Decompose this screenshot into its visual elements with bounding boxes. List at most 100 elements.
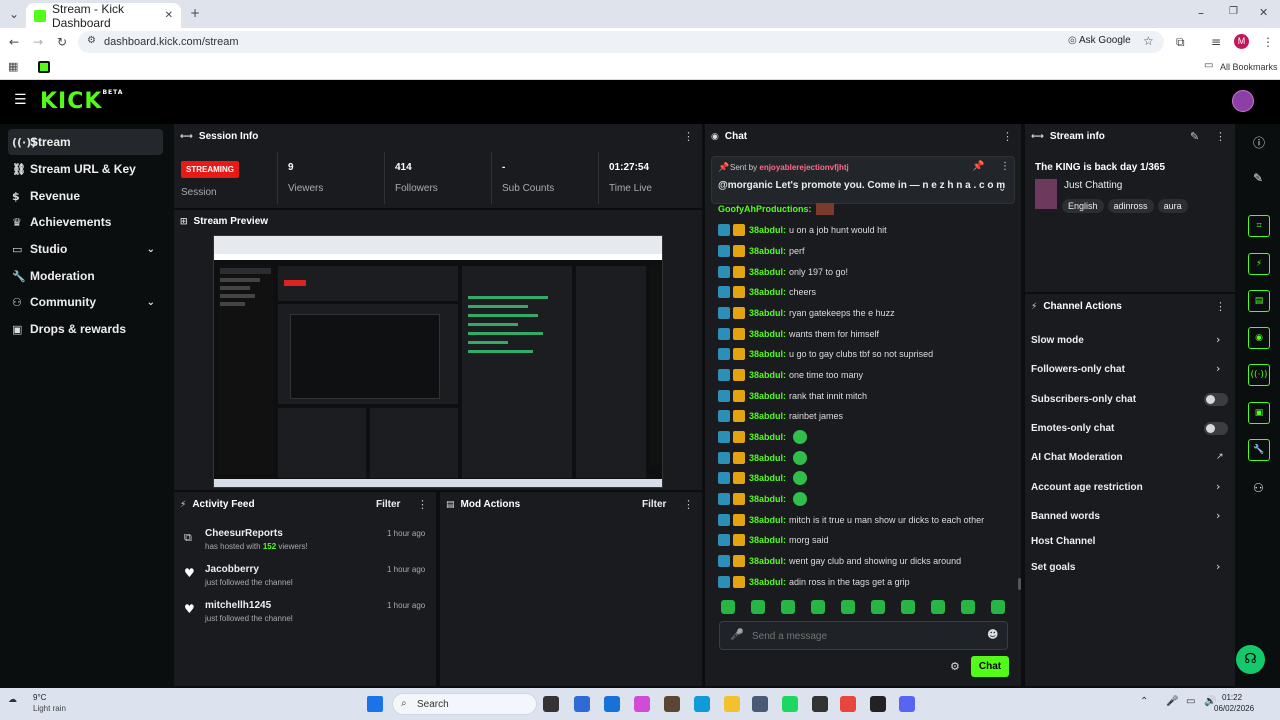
chevron-right-icon[interactable]: › xyxy=(1216,509,1220,522)
tag-chip[interactable]: adinross xyxy=(1107,199,1154,213)
chat-username[interactable]: 38abdul: xyxy=(749,349,786,359)
sidebar-item-drops-rewards[interactable]: ▣ Drops & rewards xyxy=(8,316,163,342)
chat-username[interactable]: 38abdul: xyxy=(749,556,786,566)
activity-user[interactable]: mitchellh1245 xyxy=(205,600,271,611)
emote-quick-pick[interactable] xyxy=(961,600,975,614)
chevron-down-icon[interactable]: ⌄ xyxy=(998,183,1006,194)
rail-button-broadcast[interactable]: ((·)) xyxy=(1248,364,1270,386)
activity-menu-icon[interactable]: ⋮ xyxy=(417,498,428,511)
chat-username[interactable]: 38abdul: xyxy=(749,577,786,587)
chat-username[interactable]: 38abdul: xyxy=(749,515,786,525)
chat-username[interactable]: 38abdul: xyxy=(749,246,786,256)
chat-username[interactable]: 38abdul: xyxy=(749,225,786,235)
pinned-menu-icon[interactable]: ⋮ xyxy=(1000,161,1010,172)
taskbar-app-icon[interactable] xyxy=(543,696,559,712)
ai-moderation-item[interactable]: AI Chat Moderation xyxy=(1031,452,1123,463)
clock-date[interactable]: 06/02/2026 xyxy=(1214,704,1254,713)
emote-quick-pick[interactable] xyxy=(871,600,885,614)
chat-username[interactable]: 38abdul: xyxy=(749,411,786,421)
chat-username[interactable]: 38abdul: xyxy=(749,535,786,545)
clock-time[interactable]: 01:22 xyxy=(1222,693,1242,702)
banned-words-item[interactable]: Banned words xyxy=(1031,511,1100,522)
followers-only-item[interactable]: Followers-only chat xyxy=(1031,364,1125,375)
chat-username[interactable]: 38abdul: xyxy=(749,329,786,339)
chat-username[interactable]: 38abdul: xyxy=(749,453,786,463)
stream-info-menu-icon[interactable]: ⋮ xyxy=(1215,130,1226,143)
kick-logo[interactable]: KICKBETA xyxy=(40,89,123,114)
taskbar-app-icon[interactable] xyxy=(870,696,886,712)
taskbar-app-icon[interactable] xyxy=(782,696,798,712)
browser-menu-icon[interactable]: ⋮ xyxy=(1262,35,1274,49)
microphone-icon[interactable]: 🎤 xyxy=(730,628,744,641)
info-icon[interactable]: ⓘ xyxy=(1253,134,1265,151)
rail-button-lightning[interactable]: ⚡ xyxy=(1248,253,1270,275)
chat-username[interactable]: 38abdul: xyxy=(749,432,786,442)
maximize-icon[interactable]: ❐ xyxy=(1229,6,1238,17)
rail-button-wrench[interactable]: 🔧 xyxy=(1248,439,1270,461)
bookmark-star-icon[interactable]: ☆ xyxy=(1143,34,1154,48)
close-tab-icon[interactable]: ✕ xyxy=(165,10,173,21)
reload-icon[interactable]: ↻ xyxy=(57,35,67,49)
profile-avatar[interactable]: M xyxy=(1234,34,1249,49)
emote-quick-pick[interactable] xyxy=(991,600,1005,614)
activity-user[interactable]: CheesurReports xyxy=(205,528,283,539)
emotes-only-toggle[interactable] xyxy=(1204,422,1228,435)
emote-quick-pick[interactable] xyxy=(721,600,735,614)
site-info-icon[interactable]: ⚙ xyxy=(87,35,96,46)
sidebar-item-studio[interactable]: ▭ Studio ⌄ xyxy=(8,236,163,262)
emote-quick-pick[interactable] xyxy=(781,600,795,614)
taskbar-app-icon[interactable] xyxy=(899,696,915,712)
host-channel-item[interactable]: Host Channel xyxy=(1031,536,1095,547)
new-tab-icon[interactable]: + xyxy=(190,6,200,20)
chevron-right-icon[interactable]: › xyxy=(1216,560,1220,573)
chat-input[interactable] xyxy=(752,628,972,644)
sidebar-item-stream-url-key[interactable]: ⛓ Stream URL & Key xyxy=(8,156,163,182)
category-thumbnail[interactable] xyxy=(1035,179,1057,209)
mod-menu-icon[interactable]: ⋮ xyxy=(683,498,694,511)
taskbar-search[interactable]: ⌕ Search xyxy=(392,693,537,715)
sidebar-item-revenue[interactable]: $ Revenue xyxy=(8,183,163,209)
tab-list-icon[interactable]: ⌄ xyxy=(9,7,19,21)
taskbar-app-icon[interactable] xyxy=(694,696,710,712)
reading-list-icon[interactable]: ≡ xyxy=(1211,35,1221,49)
chat-menu-icon[interactable]: ⋮ xyxy=(1002,130,1013,143)
chat-username[interactable]: GoofyAhProductions: xyxy=(718,204,812,214)
chevron-right-icon[interactable]: › xyxy=(1216,480,1220,493)
activity-user[interactable]: Jacobberry xyxy=(205,564,259,575)
weather-desc[interactable]: Light rain xyxy=(33,704,66,713)
taskbar-app-icon[interactable] xyxy=(812,696,828,712)
kick-bookmark-icon[interactable] xyxy=(38,61,50,73)
sidebar-item-achievements[interactable]: ♛ Achievements xyxy=(8,209,163,235)
edit-pencil-icon[interactable]: ✎ xyxy=(1190,130,1199,143)
activity-filter-button[interactable]: Filter xyxy=(376,499,400,510)
support-headset-icon[interactable]: ☊ xyxy=(1236,645,1265,674)
ask-google-button[interactable]: ◎ Ask Google xyxy=(1068,35,1131,46)
taskbar-app-icon[interactable] xyxy=(724,696,740,712)
chat-send-button[interactable]: Chat xyxy=(971,656,1009,677)
emote-quick-pick[interactable] xyxy=(931,600,945,614)
browser-tab[interactable]: Stream - Kick Dashboard ✕ xyxy=(26,2,181,30)
rail-button-notes[interactable]: ▤ xyxy=(1248,290,1270,312)
hamburger-menu-icon[interactable]: ☰ xyxy=(14,92,27,108)
taskbar-app-icon[interactable] xyxy=(664,696,680,712)
taskbar-app-icon[interactable] xyxy=(604,696,620,712)
pinned-message[interactable]: 📌 Sent by enjoyablerejectionvfjhtj 📌 ⋮ @… xyxy=(711,156,1015,204)
chat-scrollbar[interactable] xyxy=(1018,578,1021,590)
set-goals-item[interactable]: Set goals xyxy=(1031,562,1075,573)
tag-chip[interactable]: English xyxy=(1062,199,1104,213)
apps-grid-icon[interactable]: ▦ xyxy=(8,60,18,73)
chat-username[interactable]: 38abdul: xyxy=(749,473,786,483)
mod-filter-button[interactable]: Filter xyxy=(642,499,666,510)
chat-username[interactable]: 38abdul: xyxy=(749,267,786,277)
extensions-icon[interactable]: ⧉ xyxy=(1176,35,1185,50)
chat-username[interactable]: 38abdul: xyxy=(749,494,786,504)
chat-settings-icon[interactable]: ⚙ xyxy=(950,660,960,673)
tag-chip[interactable]: aura xyxy=(1157,199,1188,213)
pencil-icon[interactable]: ✎ xyxy=(1253,171,1263,185)
sidebar-item-moderation[interactable]: 🔧 Moderation xyxy=(8,263,163,289)
minimize-icon[interactable]: – xyxy=(1198,6,1204,20)
rail-button-chat[interactable]: ◉ xyxy=(1248,327,1270,349)
taskbar-app-icon[interactable] xyxy=(840,696,856,712)
pinned-sender[interactable]: enjoyablerejectionvfjhtj xyxy=(759,163,848,172)
forward-icon[interactable]: → xyxy=(33,35,43,49)
